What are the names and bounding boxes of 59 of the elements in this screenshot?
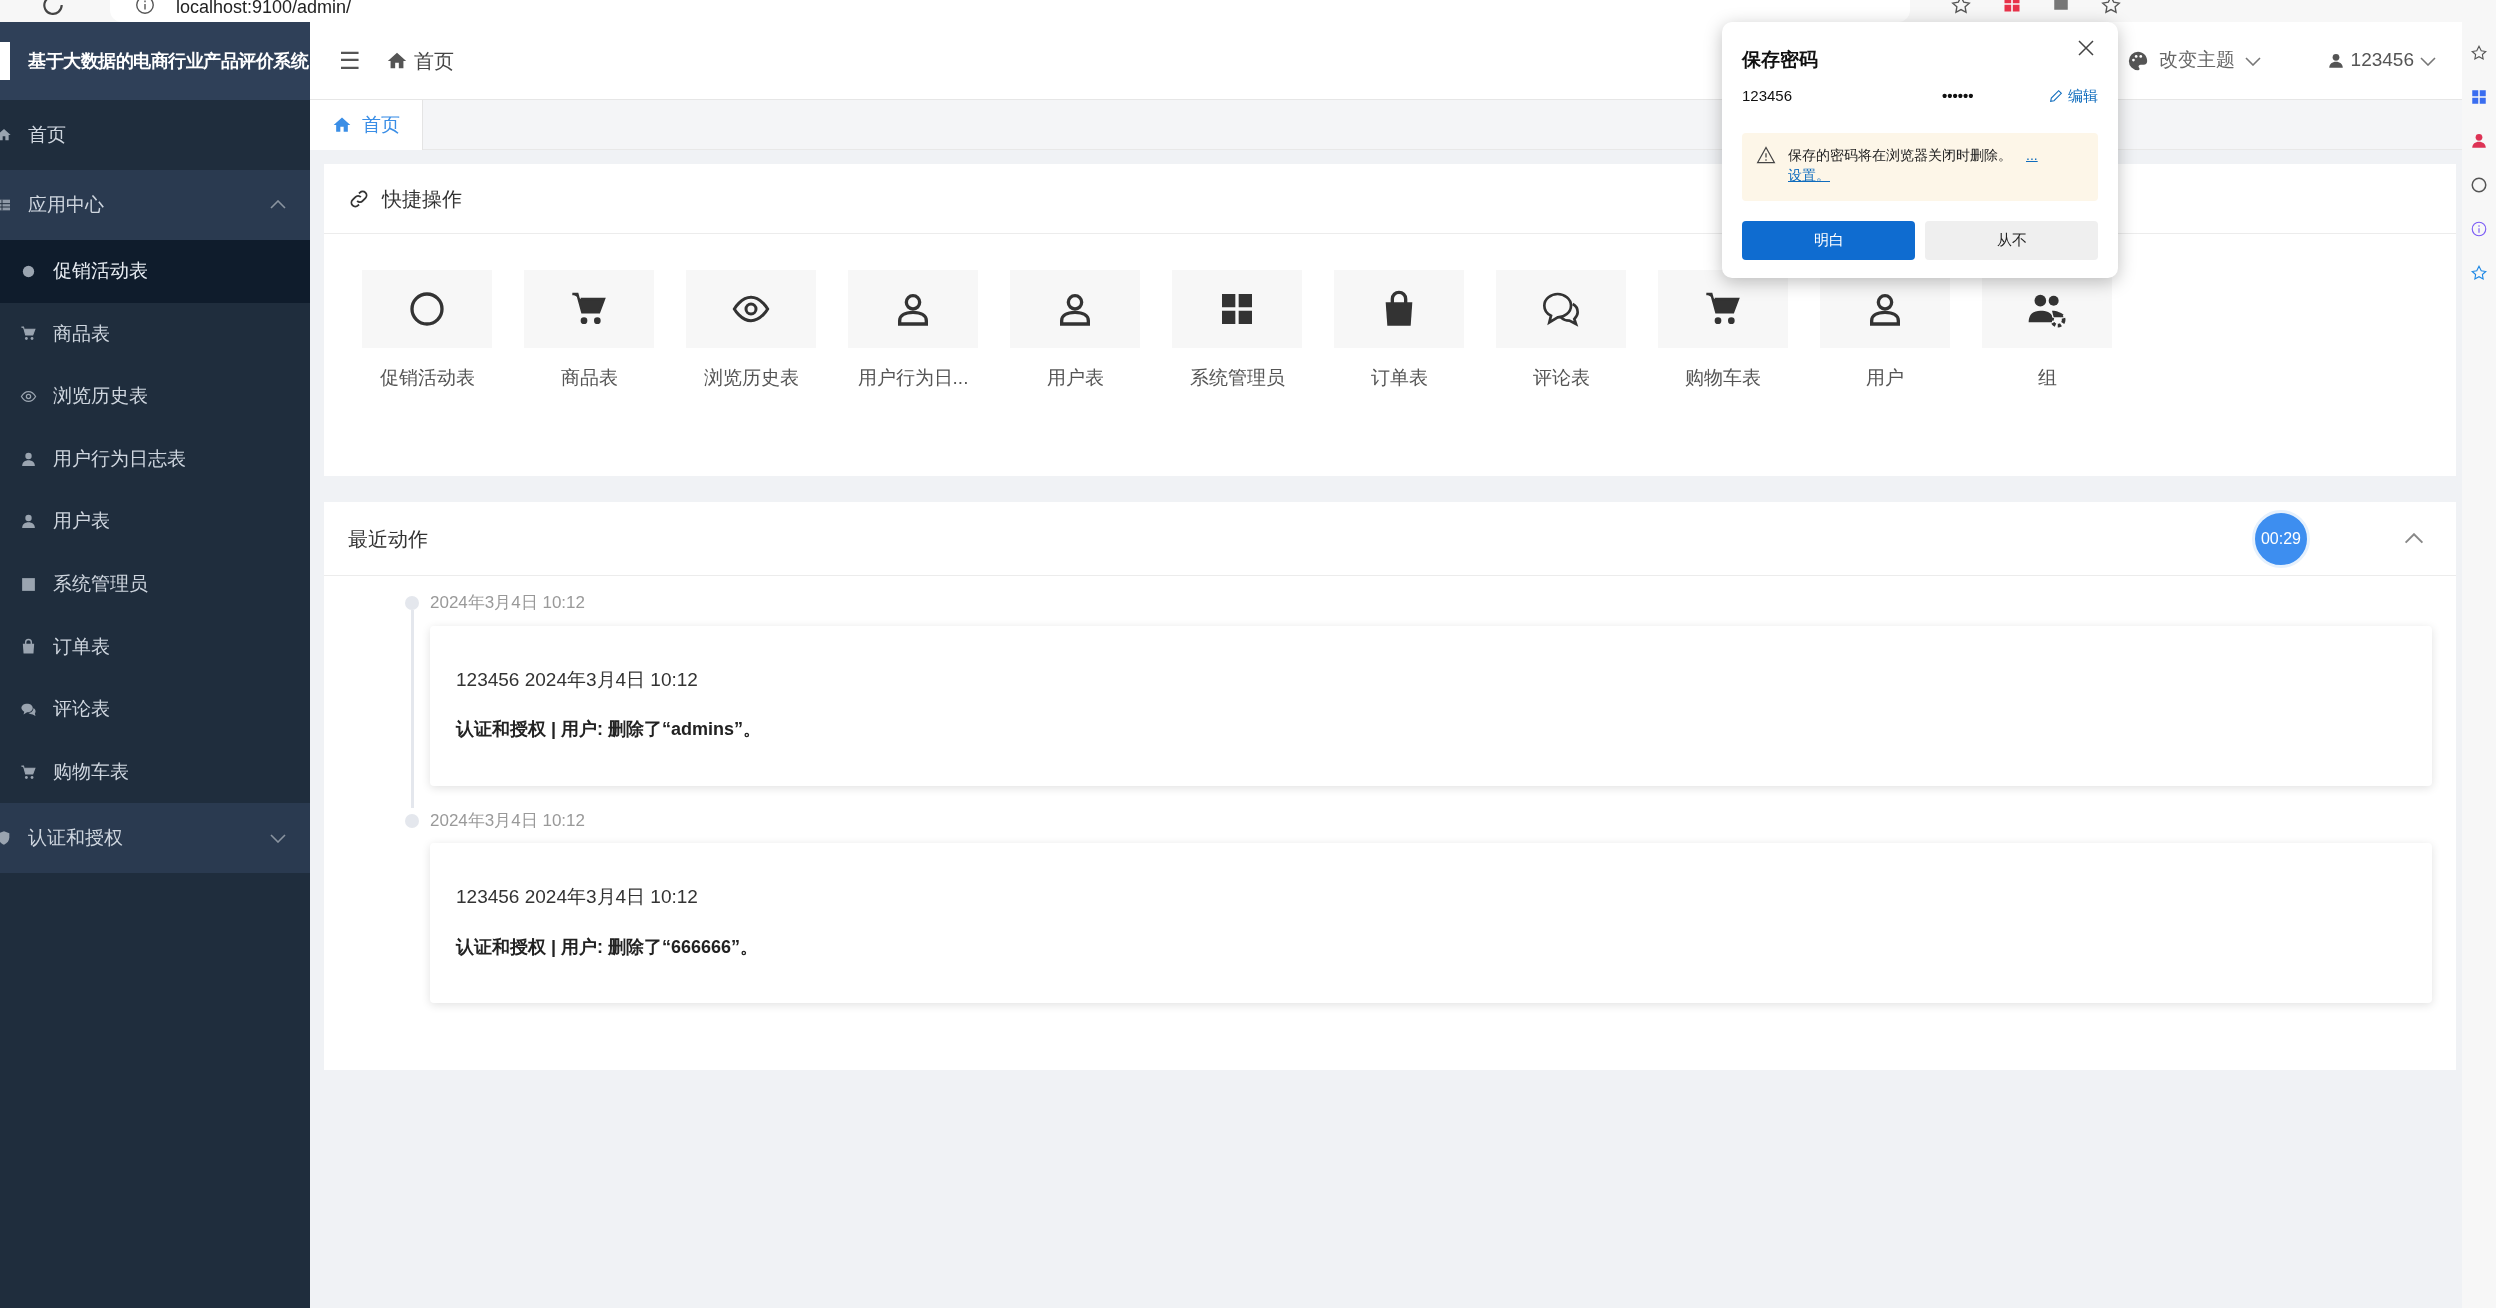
- activity-description: 认证和授权 | 用户: 删除了“admins”。: [456, 718, 762, 741]
- pencil-icon: [2048, 87, 2064, 104]
- popup-title: 保存密码: [1742, 48, 1818, 72]
- warning-icon: [1756, 145, 1776, 165]
- activity-user-time: 123456 2024年3月4日 10:12: [456, 885, 698, 909]
- square-icon: [20, 575, 37, 593]
- card-title: 最近动作: [348, 526, 428, 552]
- home-icon: [332, 115, 352, 135]
- user-icon: [20, 513, 37, 531]
- bag-icon: [20, 638, 37, 656]
- user-icon: [20, 450, 37, 468]
- chevron-up-icon: [270, 200, 286, 210]
- chevron-down-icon: [2420, 55, 2436, 66]
- star-icon: [2470, 44, 2488, 62]
- menu-item[interactable]: 应用中心: [0, 170, 310, 240]
- circle-icon: [2470, 176, 2488, 194]
- grid-icon: [2470, 88, 2488, 106]
- breadcrumb[interactable]: 首页: [386, 45, 454, 76]
- info-icon: [134, 0, 156, 16]
- settings-link[interactable]: 设置。: [1788, 165, 1830, 185]
- activity-description: 认证和授权 | 用户: 删除了“666666”。: [456, 935, 759, 959]
- edit-button[interactable]: 编辑: [2048, 84, 2098, 107]
- star-icon: [2470, 264, 2488, 282]
- cart-icon: [20, 763, 37, 781]
- info-icon: [2470, 220, 2488, 238]
- circle-icon: [407, 289, 447, 329]
- submenu-item[interactable]: 促销活动表: [0, 240, 310, 303]
- warning-text: 保存的密码将在浏览器关闭时删除。: [1788, 146, 2012, 165]
- app-title: 基于大数据的电商行业产品评价系统: [28, 49, 308, 73]
- user-icon: [2326, 51, 2345, 70]
- grid-icon: [2002, 0, 2022, 14]
- user-dropdown[interactable]: 123456: [2326, 46, 2436, 75]
- eye-icon: [20, 388, 37, 405]
- menu-toggle[interactable]: ☰: [334, 42, 366, 79]
- username-text: 123456: [1742, 85, 1794, 106]
- never-button[interactable]: 从不: [1925, 221, 2098, 260]
- star-icon: [1950, 0, 1972, 16]
- table-icon: [0, 197, 12, 213]
- activity-user-time: 123456 2024年3月4日 10:12: [456, 667, 698, 692]
- timer-badge: 00:29: [2252, 509, 2310, 568]
- home-icon: [0, 127, 12, 143]
- password-text: ••••••: [1942, 85, 1974, 106]
- timestamp: 2024年3月4日 10:12: [430, 592, 585, 614]
- menu-item[interactable]: 认证和授权: [0, 803, 310, 874]
- more-link[interactable]: ...: [2026, 145, 2038, 165]
- theme-dropdown[interactable]: 改变主题: [2126, 46, 2261, 75]
- chevron-down-icon: [2244, 55, 2261, 66]
- url-text: localhost:9100/admin/: [176, 0, 352, 17]
- shield-icon: [0, 830, 12, 847]
- address-bar[interactable]: localhost:9100/admin/: [110, 0, 1910, 22]
- star-icon: [2100, 0, 2122, 16]
- timestamp: 2024年3月4日 10:12: [430, 809, 585, 832]
- cart-icon: [20, 325, 37, 343]
- confirm-button[interactable]: 明白: [1742, 221, 1915, 260]
- user-icon: [2470, 132, 2488, 150]
- chevron-down-icon: [270, 833, 286, 844]
- chevron-up-icon: [2404, 532, 2424, 545]
- card-title: 快捷操作: [382, 186, 462, 212]
- palette-icon: [2126, 49, 2149, 72]
